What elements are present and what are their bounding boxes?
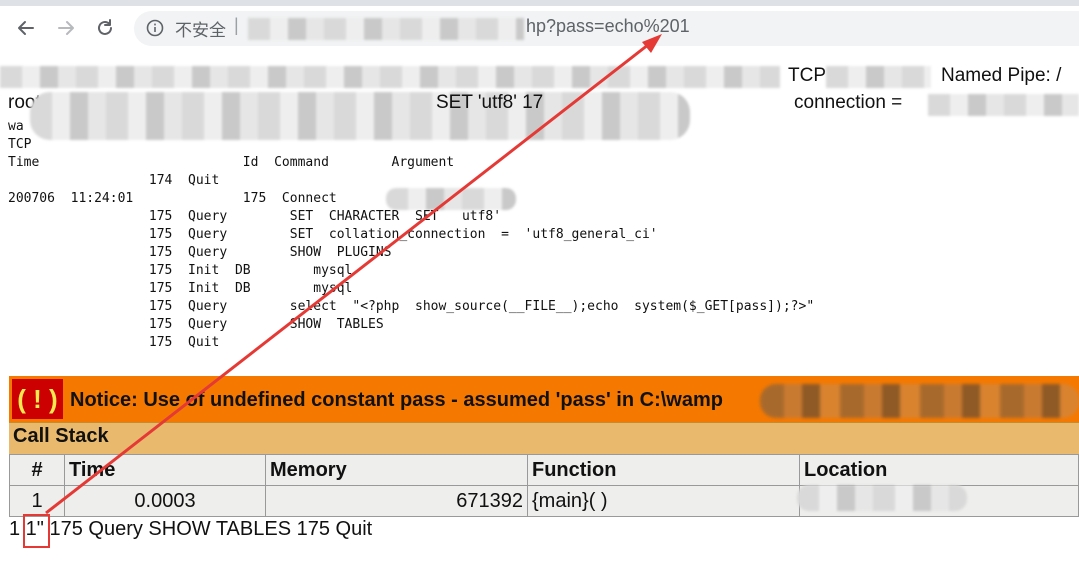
info-icon[interactable] xyxy=(146,19,164,37)
reload-icon xyxy=(98,19,112,35)
log-line: 175 Query SHOW TABLES xyxy=(8,317,384,332)
log-line: 175 Query SHOW PLUGINS xyxy=(8,245,392,260)
log-line: 175 Init DB mysql xyxy=(8,263,353,278)
redacted-path xyxy=(760,384,1079,418)
warning-icon: ( ! ) xyxy=(12,379,63,419)
log-line: 175 Quit xyxy=(8,335,220,350)
log-line: 175 Init DB mysql xyxy=(8,281,353,296)
log-line: wa xyxy=(8,119,24,134)
column-header: Location xyxy=(799,454,1079,486)
column-header: Memory xyxy=(265,454,528,486)
annotation-box xyxy=(23,514,50,548)
back-button[interactable] xyxy=(12,14,40,42)
cell-function: {main}( ) xyxy=(527,485,800,517)
log-line: Time Id Command Argument xyxy=(8,155,455,170)
log-text-tcp: TCP xyxy=(788,65,826,86)
cell-num: 1 xyxy=(9,485,65,517)
redacted-text xyxy=(928,94,1079,116)
notice-message: Notice: Use of undefined constant pass -… xyxy=(70,389,723,411)
log-line: TCP xyxy=(8,137,32,152)
log-line: 174 Quit xyxy=(8,173,220,188)
cell-memory: 671392 xyxy=(265,485,528,517)
url-text[interactable]: hp?pass=echo%201 xyxy=(526,16,690,37)
column-header: Function xyxy=(527,454,800,486)
output-text: 1 1" 175 Query SHOW TABLES 175 Quit xyxy=(9,518,373,540)
log-line: 175 Query SET collation_connection = 'ut… xyxy=(8,227,658,242)
callstack-header xyxy=(9,422,1079,455)
reload-button[interactable] xyxy=(91,14,119,42)
log-line: 175 Query select "<?php show_source(__FI… xyxy=(8,299,815,314)
column-header: Time xyxy=(64,454,266,486)
cell-time: 0.0003 xyxy=(64,485,266,517)
url-separator: | xyxy=(234,15,239,35)
redacted-text xyxy=(0,66,780,88)
callstack-title: Call Stack xyxy=(13,425,109,447)
redacted-text xyxy=(30,92,690,140)
log-text-connection: connection = xyxy=(794,92,903,113)
column-header: # xyxy=(9,454,65,486)
log-text-set: SET 'utf8' 17 xyxy=(436,92,544,113)
browser-toolbar: 不安全 | hp?pass=echo%201 xyxy=(0,0,1079,56)
log-text-named-pipe: Named Pipe: / xyxy=(941,65,1062,86)
redacted-url-part xyxy=(248,18,524,40)
tab-strip xyxy=(0,0,1079,6)
back-arrow-icon xyxy=(18,21,34,35)
table-header-row: # Time Memory Function Location xyxy=(9,454,1079,486)
redacted-text xyxy=(826,66,931,88)
log-line: 175 Query SET CHARACTER SET utf8' xyxy=(8,209,502,224)
redacted-location xyxy=(797,485,967,511)
forward-arrow-icon xyxy=(58,21,74,35)
redacted-text xyxy=(386,188,516,210)
forward-button[interactable] xyxy=(52,14,80,42)
security-label[interactable]: 不安全 xyxy=(175,16,226,41)
